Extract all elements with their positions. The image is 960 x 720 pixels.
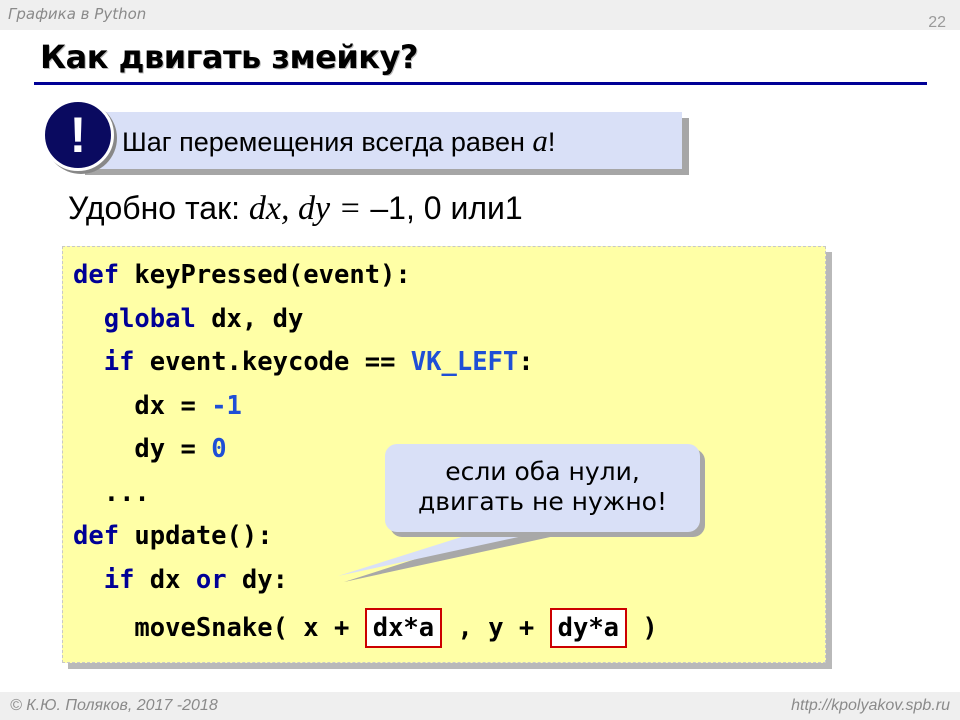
callout-text: если оба нули, двигать не нужно! [418,457,667,516]
callout-pointer [338,528,564,582]
footer-bar: © К.Ю. Поляков, 2017 -2018 http://kpolya… [0,692,960,720]
callout-bubble: если оба нули, двигать не нужно! [385,444,700,532]
footer-url[interactable]: http://kpolyakov.spb.ru [791,697,950,715]
footer-copyright: © К.Ю. Поляков, 2017 -2018 [10,697,218,714]
